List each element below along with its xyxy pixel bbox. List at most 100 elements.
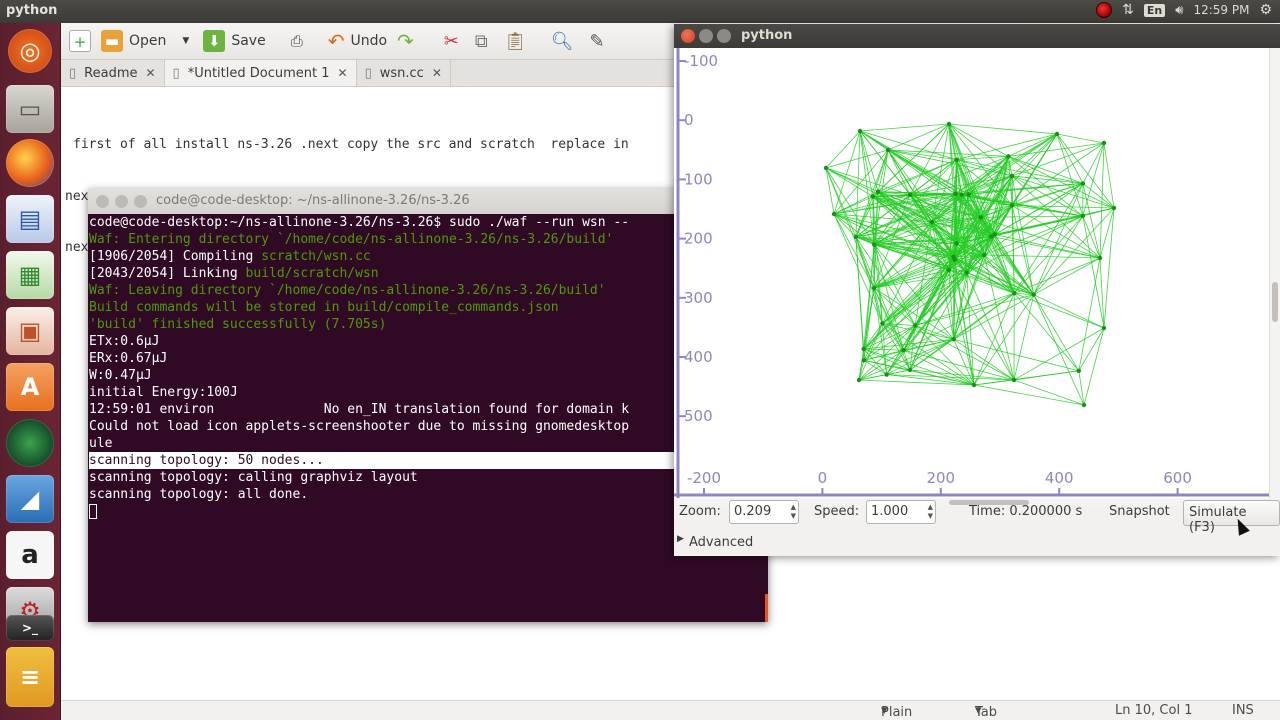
print-icon[interactable]: ⎙	[286, 30, 308, 52]
keyboard-lang-indicator[interactable]: En	[1143, 3, 1166, 17]
tab-wsn-cc[interactable]: ▯ wsn.cc ✕	[357, 60, 451, 86]
advanced-expander[interactable]: Advanced	[689, 535, 753, 550]
cut-icon[interactable]: ✂	[444, 31, 459, 52]
snapshot-button[interactable]: Snapshot	[1109, 504, 1170, 519]
topology-edge	[1011, 175, 1115, 209]
dropdown-arrow-icon[interactable]: ▼	[182, 36, 189, 46]
x-tick-label: -200	[687, 469, 721, 487]
tab-readme[interactable]: ▯ Readme ✕	[61, 60, 165, 86]
clock[interactable]: 12:59 PM	[1193, 3, 1249, 17]
topology-node	[929, 219, 935, 225]
minimize-icon[interactable]	[115, 195, 128, 208]
new-document-icon[interactable]: +	[69, 30, 91, 52]
editor-text-line[interactable]: first of all install ns-3.26 .next copy …	[73, 137, 629, 152]
impress-icon[interactable]: ▣	[6, 307, 54, 355]
files-icon[interactable]: ▭	[6, 85, 54, 133]
tab-untitled-document[interactable]: ▯ *Untitled Document 1 ✕	[164, 60, 357, 86]
software-center-icon[interactable]: A	[6, 363, 54, 411]
scroll-thumb[interactable]	[1272, 282, 1278, 322]
wireshark-icon[interactable]: ◢	[6, 475, 54, 523]
editor-partial-line[interactable]: nex	[65, 240, 88, 255]
topology-node	[856, 377, 862, 383]
topology-edge	[973, 293, 1015, 386]
topology-graph[interactable]: -100 0 100 200 300 400 500 -200 0 200 400 600	[674, 48, 1269, 498]
replace-icon[interactable]: ✎	[589, 31, 604, 52]
calc-icon[interactable]: ▦	[6, 251, 54, 299]
copy-icon[interactable]: ⧉	[475, 31, 488, 52]
close-icon[interactable]: ✕	[432, 66, 442, 80]
topology-node	[1012, 291, 1017, 296]
topology-edge	[825, 149, 889, 169]
close-icon[interactable]: ✕	[145, 66, 155, 80]
find-icon[interactable]: 🔍︎	[551, 31, 574, 52]
tab-width-selector[interactable]: Tab Width: 8 ▾	[975, 703, 997, 720]
topology-node	[992, 232, 997, 237]
terminal-line: [2043/2054] Linking build/scratch/wsn	[89, 265, 768, 282]
language-selector[interactable]: Plain Text ▾	[881, 703, 912, 720]
topology-node	[1097, 255, 1103, 261]
topology-node	[946, 267, 952, 273]
topology-edge	[994, 234, 1101, 259]
writer-icon[interactable]: ▤	[6, 195, 54, 243]
y-tick-label: 300	[684, 289, 713, 307]
close-icon[interactable]	[681, 29, 695, 43]
topology-node	[861, 346, 866, 352]
power-gear-icon[interactable]: ⚙	[1259, 2, 1272, 18]
terminal-output[interactable]: code@code-desktop:~/ns-allinone-3.26/ns-…	[89, 214, 768, 622]
expand-arrow-icon[interactable]: ▶	[677, 534, 684, 544]
netanim-window: python -100 0 100 200 300 400 500 -200 0 200 400 60…	[674, 24, 1280, 556]
topology-edge	[1013, 327, 1105, 381]
spin-arrows-icon[interactable]: ▲ ▼	[928, 503, 933, 521]
globe-icon[interactable]	[6, 419, 54, 467]
undo-button[interactable]: ↶ Undo	[324, 26, 391, 56]
terminal-window[interactable]: code@code-desktop: ~/ns-allinone-3.26/ns…	[88, 189, 768, 622]
terminal-prompt-line[interactable]	[89, 503, 768, 520]
network-arrows-icon[interactable]: ⇅	[1122, 2, 1134, 18]
topology-node	[1054, 131, 1060, 137]
topology-edge	[1033, 257, 1101, 296]
close-icon[interactable]: ✕	[338, 66, 348, 80]
ubuntu-logo-icon[interactable]: ◎	[8, 29, 52, 73]
x-tick-label: 0	[818, 469, 828, 487]
topology-edge	[1033, 294, 1105, 329]
amazon-icon[interactable]: a	[6, 531, 54, 579]
topology-node	[857, 128, 863, 134]
topology-node	[953, 191, 958, 197]
y-tick-label: 100	[684, 170, 713, 188]
simulate-button[interactable]: Simulate (F3)	[1183, 500, 1280, 535]
open-button[interactable]: ▬ Open ▼	[97, 26, 193, 56]
redo-arrow-icon[interactable]: ↷	[397, 29, 414, 53]
topology-node	[1031, 292, 1036, 297]
topology-node	[951, 337, 956, 342]
terminal-text: [2043/2054] Linking	[89, 266, 246, 281]
netanim-titlebar[interactable]: python	[674, 24, 1280, 48]
vertical-scrollbar[interactable]	[1269, 48, 1280, 498]
save-button[interactable]: ⬇ Save	[199, 26, 269, 56]
topology-node	[901, 347, 906, 353]
editor-partial-line[interactable]: nex	[65, 189, 88, 204]
terminal-line: 12:59:01 environ No en_IN translation fo…	[89, 402, 630, 417]
topology-node	[1101, 325, 1107, 331]
spin-arrows-icon[interactable]: ▲ ▼	[791, 503, 796, 521]
topology-canvas[interactable]: -100 0 100 200 300 400 500 -200 0 200 400 600	[674, 48, 1269, 498]
record-icon[interactable]	[1096, 2, 1113, 18]
terminal-icon[interactable]: >_	[6, 615, 54, 641]
terminal-line: ETx:0.6µJ	[89, 334, 160, 349]
stack-icon[interactable]: ≡	[6, 647, 54, 707]
zoom-label: Zoom:	[679, 504, 721, 519]
close-icon[interactable]	[96, 195, 109, 208]
topology-node	[1006, 154, 1011, 159]
desktop: python ⇅ En 🔊︎ 12:59 PM ⚙ ◎ ▭ ▤ ▦ ▣ A ◢ …	[0, 0, 1280, 720]
paste-icon[interactable]: 📋︎	[504, 31, 527, 52]
terminal-titlebar[interactable]: code@code-desktop: ~/ns-allinone-3.26/ns…	[88, 189, 768, 214]
speed-spinbox[interactable]: 1.000 ▲ ▼	[866, 500, 936, 524]
terminal-line: Waf: Entering directory `/home/code/ns-a…	[89, 232, 614, 247]
firefox-icon[interactable]	[6, 139, 54, 187]
maximize-icon[interactable]	[134, 195, 147, 208]
zoom-spinbox[interactable]: 0.209 ▲ ▼	[729, 500, 799, 524]
topology-edge	[903, 292, 1015, 351]
minimize-icon[interactable]	[699, 29, 713, 43]
volume-icon[interactable]: 🔊︎	[1175, 3, 1183, 18]
maximize-icon[interactable]	[717, 29, 731, 43]
topology-edge	[953, 294, 1034, 340]
